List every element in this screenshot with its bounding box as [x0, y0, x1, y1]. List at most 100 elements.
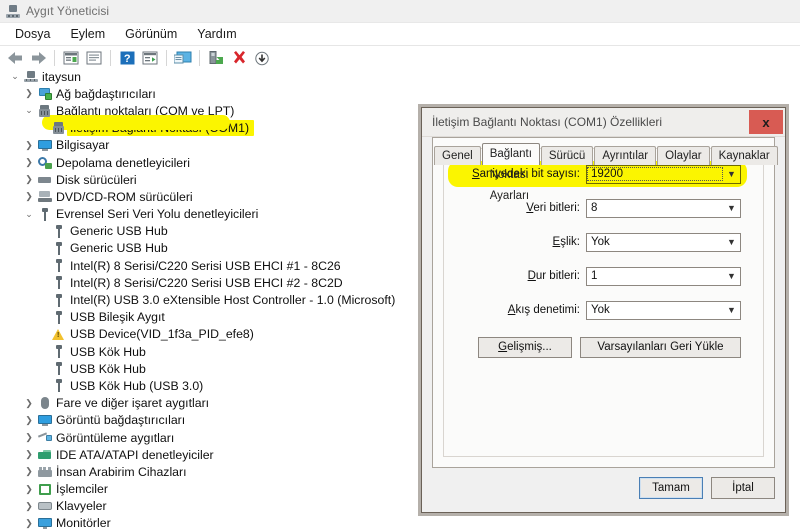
field-label-4: Akış denetimi:	[507, 304, 580, 316]
window-titlebar: Aygıt Yöneticisi	[0, 0, 800, 23]
chevron-right-icon[interactable]: ❯	[22, 501, 36, 511]
dialog-title: İletişim Bağlantı Noktası (COM1) Özellik…	[432, 115, 663, 129]
chevron-right-icon[interactable]: ❯	[22, 450, 36, 459]
scan-for-changes-icon[interactable]	[251, 48, 273, 68]
usb-icon	[50, 379, 67, 393]
chevron-down-icon[interactable]: ⌄	[22, 106, 36, 115]
usb-icon	[50, 310, 67, 324]
tree-item-0[interactable]: ❯ Ağ bağdaştırıcıları	[0, 85, 800, 102]
back-icon[interactable]	[4, 48, 26, 68]
field-label-1: Veri bitleri:	[526, 202, 580, 214]
toolbar-separator	[199, 50, 200, 66]
dialog-titlebar: İletişim Bağlantı Noktası (COM1) Özellik…	[422, 108, 785, 137]
chevron-right-icon[interactable]: ❯	[22, 415, 36, 425]
tree-item-label: Monitörler	[56, 516, 111, 531]
hid-icon	[36, 466, 53, 477]
chevron-right-icon[interactable]: ❯	[22, 140, 36, 150]
tab-panel-port-settings: Saniyedeki bit sayısı: 19200 ▼ Veri bitleri…	[432, 137, 775, 468]
advanced-button[interactable]: Gelişmiş...	[478, 337, 572, 358]
disk-drive-icon	[36, 176, 53, 183]
enable-device-icon[interactable]	[205, 48, 227, 68]
chevron-right-icon[interactable]: ❯	[22, 398, 36, 408]
field-row-3: Dur bitleri: 1 ▼	[454, 265, 741, 287]
properties-icon[interactable]	[60, 48, 82, 68]
tab-5[interactable]: Kaynaklar	[710, 146, 778, 165]
chevron-right-icon[interactable]: ❯	[22, 89, 36, 98]
tab-0[interactable]: Genel	[434, 146, 481, 165]
tree-item-25[interactable]: ❯ Monitörler	[0, 515, 800, 532]
field-combo-1[interactable]: 8 ▼	[586, 198, 741, 218]
ide-icon	[36, 449, 53, 460]
device-manager-icon	[6, 4, 20, 18]
uninstall-device-icon[interactable]	[228, 48, 250, 68]
tab-3[interactable]: Ayrıntılar	[594, 146, 657, 165]
chevron-down-icon[interactable]: ⌄	[8, 72, 22, 81]
tab-1[interactable]: Bağlantı Noktası Ayarları	[481, 143, 540, 202]
field-value-1: 8	[591, 202, 598, 214]
tree-item-label: DVD/CD-ROM sürücüleri	[56, 189, 193, 204]
tree-item-label: Ağ bağdaştırıcıları	[56, 86, 156, 101]
chevron-down-icon[interactable]: ⌄	[22, 209, 36, 219]
field-combo-0[interactable]: 19200 ▼	[586, 164, 741, 184]
field-value-2: Yok	[591, 236, 610, 248]
network-adapter-icon	[36, 87, 53, 100]
update-driver-icon[interactable]	[172, 48, 194, 68]
chevron-right-icon[interactable]: ❯	[22, 433, 36, 442]
tree-item-label: Generic USB Hub	[70, 224, 168, 239]
toolbar-separator	[54, 50, 55, 66]
tree-item-label: USB Kök Hub	[70, 344, 146, 359]
warning-icon: !	[50, 328, 67, 341]
tree-item-label: İşlemciler	[56, 482, 108, 497]
chevron-down-icon[interactable]: ▼	[723, 302, 740, 319]
chevron-down-icon[interactable]: ▼	[723, 166, 740, 183]
menu-item-gorunum[interactable]: Görünüm	[116, 25, 186, 43]
help-icon[interactable]: ?	[116, 48, 138, 68]
chevron-right-icon[interactable]: ❯	[22, 467, 36, 476]
chevron-right-icon[interactable]: ❯	[22, 518, 36, 528]
tree-item-label: USB Bileşik Aygıt	[70, 310, 165, 325]
usb-icon	[50, 224, 67, 238]
field-combo-3[interactable]: 1 ▼	[586, 266, 741, 286]
cancel-button[interactable]: İptal	[711, 477, 775, 499]
usb-icon	[50, 241, 67, 255]
tree-item-label: USB Device(VID_1f3a_PID_efe8)	[70, 327, 254, 342]
chevron-right-icon[interactable]: ❯	[22, 158, 36, 167]
tab-2[interactable]: Sürücü	[540, 146, 594, 165]
toolbar-separator	[110, 50, 111, 66]
restore-defaults-button[interactable]: Varsayılanları Geri Yükle	[580, 337, 741, 358]
menu-item-eylem[interactable]: Eylem	[61, 25, 114, 43]
settings-buttons: Gelişmiş... Varsayılanları Geri Yükle	[454, 337, 741, 358]
field-value-0: 19200	[587, 167, 723, 181]
processor-icon	[36, 483, 53, 495]
chevron-down-icon[interactable]: ▼	[723, 268, 740, 285]
chevron-right-icon[interactable]: ❯	[22, 175, 36, 184]
usb-icon	[50, 345, 67, 359]
field-combo-4[interactable]: Yok ▼	[586, 300, 741, 320]
toolbar-separator	[166, 50, 167, 66]
tree-root-row[interactable]: ⌄ itaysun	[0, 68, 800, 85]
storage-icon	[36, 156, 53, 169]
chevron-down-icon[interactable]: ▼	[723, 200, 740, 217]
field-combo-2[interactable]: Yok ▼	[586, 232, 741, 252]
field-row-2: Eşlik: Yok ▼	[454, 231, 741, 253]
tree-item-label: Intel(R) 8 Serisi/C220 Serisi USB EHCI #…	[70, 258, 341, 273]
dialog-footer: Tamam İptal	[432, 473, 775, 503]
ok-button[interactable]: Tamam	[639, 477, 703, 499]
tree-item-label: Bilgisayar	[56, 138, 110, 153]
tab-4[interactable]: Olaylar	[657, 146, 710, 165]
chevron-right-icon[interactable]: ❯	[22, 484, 36, 494]
svg-text:?: ?	[123, 53, 130, 65]
show-hidden-devices-icon[interactable]	[139, 48, 161, 68]
tree-item-label: Fare ve diğer işaret aygıtları	[56, 396, 210, 411]
close-icon[interactable]: x	[749, 110, 783, 134]
chevron-right-icon[interactable]: ❯	[22, 192, 36, 201]
forward-icon[interactable]	[27, 48, 49, 68]
keyboard-icon	[36, 502, 53, 511]
chevron-down-icon[interactable]: ▼	[723, 234, 740, 251]
tree-item-label: Depolama denetleyicileri	[56, 155, 190, 170]
scan-hardware-icon[interactable]	[83, 48, 105, 68]
menu-item-yardim[interactable]: Yardım	[188, 25, 245, 43]
field-value-3: 1	[591, 270, 598, 282]
menu-item-dosya[interactable]: Dosya	[6, 25, 59, 43]
dialog-tabs: Genel Bağlantı Noktası Ayarları Sürücü Ayrı…	[432, 143, 778, 202]
